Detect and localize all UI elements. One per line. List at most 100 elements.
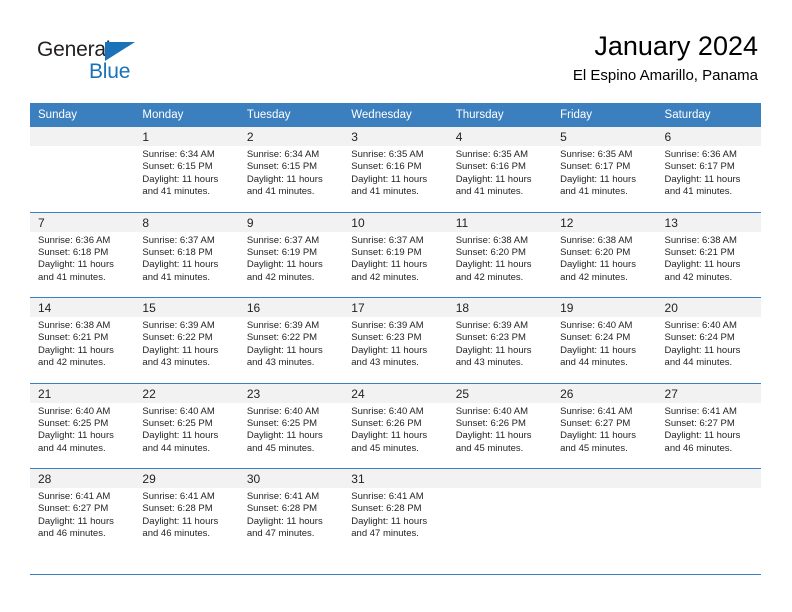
day-cell[interactable]: Sunrise: 6:39 AM Sunset: 6:23 PM Dayligh…: [343, 317, 448, 383]
day-cell[interactable]: Sunrise: 6:41 AM Sunset: 6:28 PM Dayligh…: [238, 488, 344, 554]
day-number[interactable]: 28: [30, 468, 135, 488]
day-number[interactable]: 16: [238, 297, 344, 317]
day-cell[interactable]: Sunrise: 6:36 AM Sunset: 6:17 PM Dayligh…: [656, 146, 761, 212]
daylight-text-line1: Daylight: 11 hours: [38, 344, 114, 356]
day-cell[interactable]: Sunrise: 6:38 AM Sunset: 6:20 PM Dayligh…: [447, 231, 553, 298]
sunrise-text: Sunrise: 6:40 AM: [38, 405, 111, 417]
daylight-text-line1: Daylight: 11 hours: [246, 173, 323, 185]
day-number[interactable]: 8: [134, 211, 239, 232]
day-cell[interactable]: Sunrise: 6:38 AM Sunset: 6:21 PM Dayligh…: [656, 231, 761, 298]
day-number[interactable]: 30: [238, 468, 344, 488]
day-number[interactable]: 22: [134, 382, 239, 403]
day-cell[interactable]: Sunrise: 6:35 AM Sunset: 6:16 PM Dayligh…: [343, 146, 448, 212]
day-number[interactable]: 1: [134, 127, 239, 146]
day-cell[interactable]: Sunrise: 6:35 AM Sunset: 6:16 PM Dayligh…: [447, 146, 553, 212]
day-cell[interactable]: Sunrise: 6:36 AM Sunset: 6:18 PM Dayligh…: [30, 231, 135, 298]
day-number[interactable]: 6: [656, 127, 761, 146]
day-cell[interactable]: Sunrise: 6:39 AM Sunset: 6:22 PM Dayligh…: [134, 317, 239, 383]
day-number[interactable]: [30, 127, 135, 146]
daylight-text-line1: Daylight: 11 hours: [38, 430, 114, 442]
day-number[interactable]: 23: [238, 382, 344, 403]
day-number[interactable]: [552, 468, 657, 488]
day-number[interactable]: 31: [343, 468, 448, 488]
day-number[interactable]: 20: [656, 297, 761, 317]
day-cell[interactable]: Sunrise: 6:39 AM Sunset: 6:23 PM Dayligh…: [447, 317, 553, 383]
daylight-text-line1: Daylight: 11 hours: [455, 259, 532, 271]
day-cell[interactable]: Sunrise: 6:40 AM Sunset: 6:25 PM Dayligh…: [134, 402, 239, 469]
day-cell[interactable]: Sunrise: 6:40 AM Sunset: 6:26 PM Dayligh…: [343, 402, 448, 469]
sunset-text: Sunset: 6:26 PM: [351, 417, 422, 429]
day-cell[interactable]: Sunrise: 6:38 AM Sunset: 6:20 PM Dayligh…: [552, 231, 657, 298]
day-number[interactable]: 26: [552, 382, 657, 403]
day-cell[interactable]: Sunrise: 6:35 AM Sunset: 6:17 PM Dayligh…: [552, 146, 657, 212]
day-cell[interactable]: [656, 488, 761, 554]
day-cell[interactable]: Sunrise: 6:37 AM Sunset: 6:19 PM Dayligh…: [238, 231, 344, 298]
week-row-details: Sunrise: 6:34 AM Sunset: 6:15 PM Dayligh…: [30, 146, 761, 212]
weekday-header-row: Sunday Monday Tuesday Wednesday Thursday…: [30, 103, 761, 127]
daylight-text-line1: Daylight: 11 hours: [38, 515, 114, 527]
day-cell[interactable]: Sunrise: 6:41 AM Sunset: 6:27 PM Dayligh…: [656, 402, 761, 469]
daylight-text-line2: and 43 minutes.: [351, 357, 419, 369]
day-cell[interactable]: Sunrise: 6:40 AM Sunset: 6:24 PM Dayligh…: [552, 317, 657, 383]
sunrise-text: Sunrise: 6:36 AM: [38, 234, 111, 246]
day-number[interactable]: 2: [238, 127, 344, 146]
day-number[interactable]: 12: [552, 211, 657, 232]
sunset-text: Sunset: 6:15 PM: [142, 161, 213, 173]
day-number[interactable]: 3: [343, 127, 448, 146]
day-number[interactable]: 19: [552, 297, 657, 317]
day-number[interactable]: 29: [134, 468, 239, 488]
day-cell[interactable]: Sunrise: 6:41 AM Sunset: 6:28 PM Dayligh…: [343, 488, 448, 554]
week-row-details: Sunrise: 6:36 AM Sunset: 6:18 PM Dayligh…: [30, 231, 761, 298]
daylight-text-line2: and 46 minutes.: [142, 528, 211, 540]
day-cell[interactable]: [447, 488, 553, 554]
daylight-text-line2: and 44 minutes.: [38, 442, 106, 454]
day-cell[interactable]: Sunrise: 6:40 AM Sunset: 6:25 PM Dayligh…: [30, 402, 135, 469]
daylight-text-line2: and 41 minutes.: [664, 186, 733, 198]
sunrise-text: Sunrise: 6:34 AM: [246, 149, 320, 160]
day-number[interactable]: 5: [552, 127, 657, 146]
day-cell[interactable]: Sunrise: 6:38 AM Sunset: 6:21 PM Dayligh…: [30, 317, 135, 383]
sunrise-text: Sunrise: 6:40 AM: [142, 405, 215, 417]
daylight-text-line2: and 45 minutes.: [560, 442, 628, 454]
calendar-page: General Blue January 2024 El Espino Amar…: [0, 0, 792, 612]
day-cell[interactable]: Sunrise: 6:40 AM Sunset: 6:25 PM Dayligh…: [238, 402, 344, 469]
weekday-header-sunday: Sunday: [30, 103, 135, 127]
day-cell[interactable]: Sunrise: 6:41 AM Sunset: 6:28 PM Dayligh…: [134, 488, 239, 554]
day-number[interactable]: 21: [30, 382, 135, 403]
day-number[interactable]: 14: [30, 297, 135, 317]
day-number[interactable]: 4: [447, 127, 553, 146]
sunrise-text: Sunrise: 6:35 AM: [351, 149, 424, 160]
day-number[interactable]: 25: [447, 382, 553, 403]
day-cell[interactable]: Sunrise: 6:41 AM Sunset: 6:27 PM Dayligh…: [30, 488, 135, 554]
sunset-text: Sunset: 6:22 PM: [246, 332, 318, 344]
day-cell[interactable]: [30, 146, 135, 212]
day-number[interactable]: 24: [343, 382, 448, 403]
day-number[interactable]: 7: [30, 211, 135, 232]
day-number[interactable]: [447, 468, 553, 488]
day-cell[interactable]: Sunrise: 6:37 AM Sunset: 6:19 PM Dayligh…: [343, 231, 448, 298]
day-number[interactable]: [656, 468, 761, 488]
daylight-text-line1: Daylight: 11 hours: [142, 259, 219, 271]
day-number[interactable]: 17: [343, 297, 448, 317]
day-cell[interactable]: Sunrise: 6:40 AM Sunset: 6:24 PM Dayligh…: [656, 317, 761, 383]
week-row-details: Sunrise: 6:41 AM Sunset: 6:27 PM Dayligh…: [30, 488, 761, 554]
sunrise-text: Sunrise: 6:38 AM: [664, 234, 737, 246]
week-row-daynumbers: 28 29 30 31: [30, 468, 761, 488]
week-row-daynumbers: 21 22 23 24 25 26 27: [30, 382, 761, 403]
day-number[interactable]: 15: [134, 297, 239, 317]
day-number[interactable]: 13: [656, 211, 761, 232]
day-number[interactable]: 10: [343, 211, 448, 232]
day-cell[interactable]: [552, 488, 657, 554]
day-number[interactable]: 11: [447, 211, 553, 232]
day-cell[interactable]: Sunrise: 6:37 AM Sunset: 6:18 PM Dayligh…: [134, 231, 239, 298]
day-cell[interactable]: Sunrise: 6:34 AM Sunset: 6:15 PM Dayligh…: [134, 146, 239, 212]
day-cell[interactable]: Sunrise: 6:41 AM Sunset: 6:27 PM Dayligh…: [552, 402, 657, 469]
day-number[interactable]: 18: [447, 297, 553, 317]
daylight-text-line1: Daylight: 11 hours: [455, 173, 532, 185]
daylight-text-line2: and 41 minutes.: [142, 271, 211, 283]
day-number[interactable]: 9: [238, 211, 344, 232]
day-cell[interactable]: Sunrise: 6:40 AM Sunset: 6:26 PM Dayligh…: [447, 402, 553, 469]
day-cell[interactable]: Sunrise: 6:34 AM Sunset: 6:15 PM Dayligh…: [238, 146, 344, 212]
day-cell[interactable]: Sunrise: 6:39 AM Sunset: 6:22 PM Dayligh…: [238, 317, 344, 383]
day-number[interactable]: 27: [656, 382, 761, 403]
